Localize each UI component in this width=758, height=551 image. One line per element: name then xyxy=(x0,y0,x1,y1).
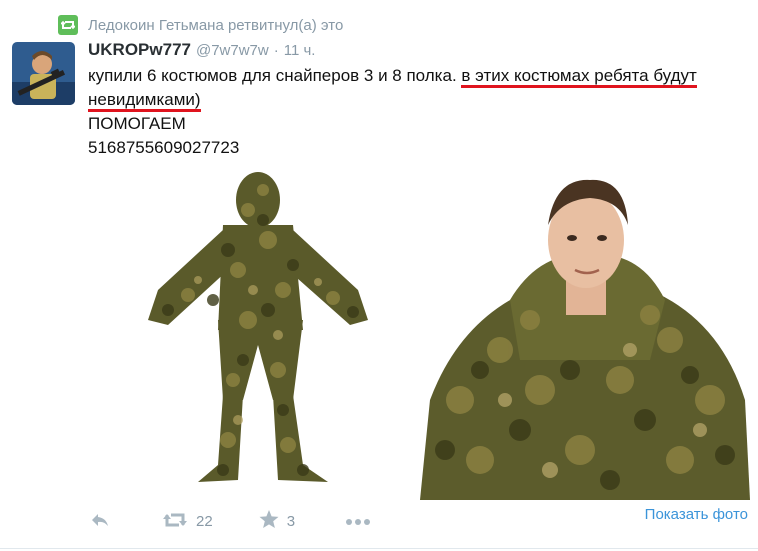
retweet-icon xyxy=(58,15,78,35)
tweet-actions: 22 3 xyxy=(90,510,371,533)
avatar[interactable] xyxy=(12,42,75,105)
retweet-context: Ледокоин Гетьмана ретвитнул(а) это xyxy=(58,15,343,35)
tweet-text: купили 6 костюмов для снайперов 3 и 8 по… xyxy=(88,64,748,160)
more-button[interactable] xyxy=(345,513,371,530)
ghillie-suit-full-photo[interactable] xyxy=(128,170,390,500)
more-icon xyxy=(345,513,371,530)
retweet-icon xyxy=(162,511,188,533)
meta-separator: · xyxy=(273,42,279,59)
retweet-count: 22 xyxy=(196,513,213,530)
tweet-line-4: 5168755609027723 xyxy=(88,138,240,157)
tweet-line-2-highlight: невидимками) xyxy=(88,90,201,112)
star-icon xyxy=(259,510,279,533)
tweet-divider xyxy=(0,548,758,549)
tweet-line-3: ПОМОГАЕМ xyxy=(88,114,186,133)
favorite-count: 3 xyxy=(286,513,296,530)
show-photo-link[interactable]: Показать фото xyxy=(645,506,748,523)
tweet-line-1: купили 6 костюмов для снайперов 3 и 8 по… xyxy=(88,64,748,88)
tweet-line-1-highlight: в этих костюмах ребята будут xyxy=(461,66,697,88)
ghillie-suit-portrait-photo[interactable] xyxy=(420,170,750,500)
reply-icon xyxy=(90,512,110,532)
user-handle[interactable]: @7w7w7w xyxy=(196,42,269,59)
tweet-time[interactable]: 11 ч. xyxy=(284,42,316,59)
reply-button[interactable] xyxy=(90,512,110,532)
retweet-button[interactable]: 22 xyxy=(162,511,213,533)
tweet-line-1-plain: купили 6 костюмов для снайперов 3 и 8 по… xyxy=(88,66,462,85)
retweet-context-text[interactable]: Ледокоин Гетьмана ретвитнул(а) это xyxy=(88,17,343,34)
favorite-button[interactable]: 3 xyxy=(259,510,295,533)
display-name[interactable]: UKROPw777 xyxy=(88,40,191,60)
tweet-line-2: невидимками) xyxy=(88,88,748,112)
